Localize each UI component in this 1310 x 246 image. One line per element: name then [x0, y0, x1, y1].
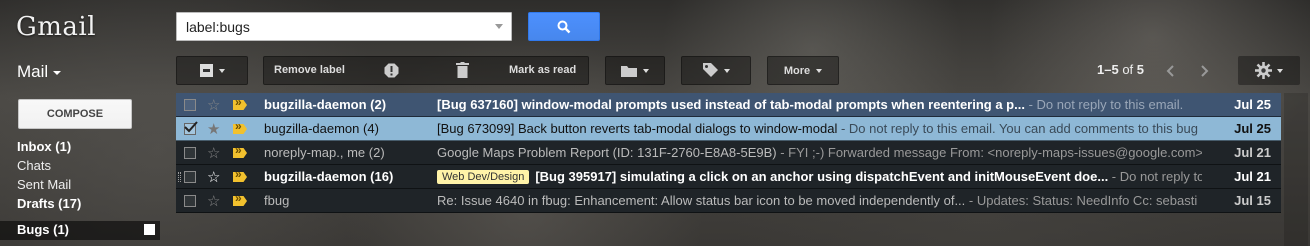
- row-checkbox[interactable]: [184, 195, 196, 207]
- sidebar-item-bugs[interactable]: Bugs (1): [17, 222, 69, 237]
- remove-label-button[interactable]: Remove label: [274, 64, 345, 76]
- message-date: Jul 21: [1234, 169, 1271, 184]
- message-sender: bugzilla-daemon (16): [264, 169, 394, 184]
- gmail-logo[interactable]: Gmail: [16, 12, 96, 42]
- message-subject: Google Maps Problem Report (ID: 131F-276…: [437, 145, 777, 160]
- message-sender: noreply-map., me (2): [264, 145, 385, 160]
- message-subject-line: [Bug 673099] Back button reverts tab-mod…: [437, 121, 1202, 136]
- message-snippet: - Do not reply to this email.: [1024, 97, 1184, 112]
- chevron-down-icon: [218, 68, 225, 73]
- drag-handle-icon[interactable]: [178, 172, 181, 182]
- message-subject: [Bug 637160] window-modal prompts used i…: [437, 97, 1025, 112]
- importance-marker-icon[interactable]: [233, 148, 247, 158]
- message-snippet: - Do not reply to this email. You can ad…: [837, 121, 1198, 136]
- newer-button[interactable]: [1155, 56, 1185, 85]
- search-box[interactable]: [176, 12, 512, 41]
- gear-icon: [1255, 62, 1272, 79]
- importance-marker-icon[interactable]: [233, 196, 247, 206]
- label-tag-icon: [702, 63, 718, 77]
- importance-marker-icon[interactable]: [233, 100, 247, 110]
- settings-button[interactable]: [1238, 56, 1300, 85]
- chevron-down-icon: [643, 68, 649, 73]
- message-subject-line: [Bug 637160] window-modal prompts used i…: [437, 97, 1202, 112]
- labels-button[interactable]: [681, 56, 751, 85]
- chevron-down-icon: [723, 68, 730, 73]
- trash-icon: [456, 62, 469, 78]
- message-date: Jul 15: [1234, 193, 1271, 208]
- chevron-down-icon: [1277, 68, 1283, 73]
- search-input[interactable]: [186, 18, 486, 35]
- select-button[interactable]: [176, 56, 248, 85]
- message-date: Jul 21: [1234, 145, 1271, 160]
- scrollbar[interactable]: [1284, 93, 1308, 246]
- message-subject: [Bug 395917] simulating a click on an an…: [535, 169, 1109, 184]
- message-subject: Re: Issue 4640 in fbug: Enhancement: All…: [437, 193, 966, 208]
- star-icon[interactable]: ☆: [207, 168, 220, 186]
- message-snippet: - Updates: Status: NeedInfo Cc: sebasti: [965, 193, 1198, 208]
- chevron-down-icon: [816, 68, 823, 73]
- action-button-group: Remove label Mark as read: [263, 56, 589, 85]
- mark-as-read-button[interactable]: Mark as read: [509, 64, 576, 76]
- paging-info: 1–5 of 5: [1097, 62, 1144, 77]
- message-subject-line: Web Dev/Design [Bug 395917] simulating a …: [437, 169, 1202, 184]
- star-icon[interactable]: ☆: [207, 144, 220, 162]
- message-date: Jul 25: [1234, 121, 1271, 136]
- delete-button[interactable]: [456, 62, 469, 81]
- message-row[interactable]: ☆ noreply-map., me (2) Google Maps Probl…: [176, 141, 1281, 165]
- row-checkbox[interactable]: [184, 99, 196, 111]
- chevron-left-icon: [1166, 64, 1174, 77]
- row-checkbox[interactable]: [184, 147, 196, 159]
- mail-label: Mail: [17, 62, 49, 81]
- more-button[interactable]: More: [767, 56, 839, 85]
- paging-of: of: [1122, 62, 1134, 77]
- star-icon[interactable]: ☆: [207, 96, 220, 114]
- paging-total: 5: [1136, 62, 1145, 77]
- message-list: ☆ bugzilla-daemon (2) [Bug 637160] windo…: [176, 93, 1281, 213]
- sidebar-item-inbox[interactable]: Inbox (1): [17, 139, 71, 154]
- chevron-right-icon: [1201, 64, 1209, 77]
- report-spam-icon: [384, 63, 399, 78]
- row-checkbox[interactable]: [184, 171, 196, 183]
- message-row[interactable]: ☆ bugzilla-daemon (2) [Bug 637160] windo…: [176, 93, 1281, 117]
- message-subject-line: Re: Issue 4640 in fbug: Enhancement: All…: [437, 193, 1202, 208]
- sidebar-item-sent-mail[interactable]: Sent Mail: [17, 177, 71, 192]
- folder-icon: [621, 65, 637, 77]
- checkbox-icon: [199, 64, 213, 77]
- paging-range: 1–5: [1097, 62, 1119, 77]
- star-icon[interactable]: ★: [207, 120, 220, 138]
- sidebar-item-drafts[interactable]: Drafts (17): [17, 196, 81, 211]
- older-button[interactable]: [1190, 56, 1220, 85]
- search-icon: [557, 20, 571, 33]
- checkmark-icon: [184, 121, 198, 133]
- label-tag[interactable]: Web Dev/Design: [437, 170, 530, 184]
- message-sender: bugzilla-daemon (2): [264, 97, 387, 112]
- search-options-dropdown-icon[interactable]: [495, 24, 503, 29]
- search-button[interactable]: [528, 12, 600, 41]
- message-snippet: - Do not reply to this e: [1111, 169, 1202, 184]
- message-snippet: - FYI ;-) Forwarded message From: <norep…: [776, 145, 1202, 160]
- message-subject: [Bug 673099] Back button reverts tab-mod…: [437, 121, 838, 136]
- message-subject-line: Google Maps Problem Report (ID: 131F-276…: [437, 145, 1202, 160]
- importance-marker-icon[interactable]: [233, 124, 247, 134]
- message-row[interactable]: ☆ bugzilla-daemon (16) Web Dev/Design [Bu…: [176, 165, 1281, 189]
- message-date: Jul 25: [1234, 97, 1271, 112]
- message-sender: fbug: [264, 193, 290, 208]
- row-checkbox-checked[interactable]: [184, 121, 198, 135]
- sidebar-item-chats[interactable]: Chats: [17, 158, 51, 173]
- mail-switcher[interactable]: Mail: [17, 62, 62, 82]
- more-button-label: More: [783, 64, 811, 77]
- message-row[interactable]: ☆ fbug Re: Issue 4640 in fbug: Enhanceme…: [176, 189, 1281, 213]
- label-color-marker[interactable]: [144, 224, 155, 235]
- importance-marker-icon[interactable]: [233, 172, 247, 182]
- compose-button[interactable]: COMPOSE: [18, 99, 132, 129]
- chevron-down-icon: [53, 70, 62, 75]
- move-to-button[interactable]: [605, 56, 665, 85]
- message-sender: bugzilla-daemon (4): [264, 121, 379, 136]
- message-row[interactable]: ★ bugzilla-daemon (4) [Bug 673099] Back …: [176, 117, 1281, 141]
- star-icon[interactable]: ☆: [207, 192, 220, 210]
- report-spam-button[interactable]: [384, 63, 399, 81]
